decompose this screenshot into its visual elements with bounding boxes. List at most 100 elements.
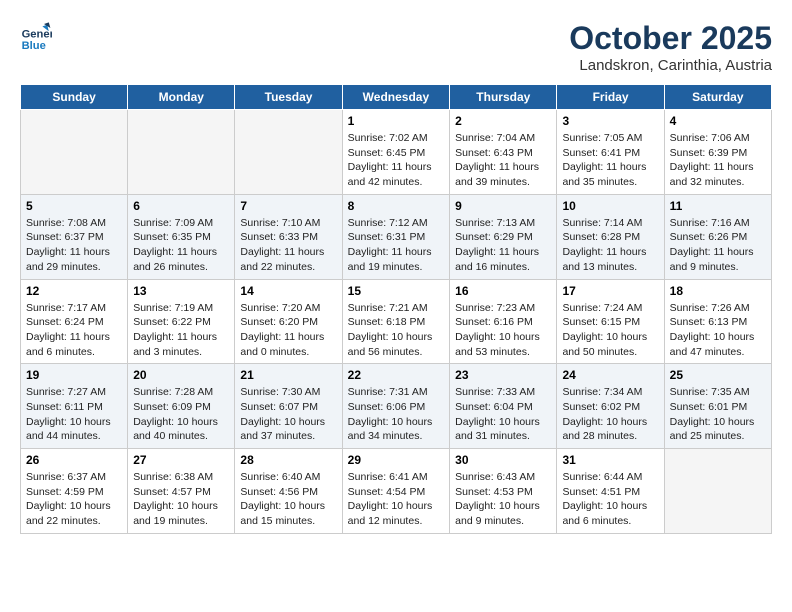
day-number: 3 xyxy=(562,114,658,128)
calendar-week-row: 5Sunrise: 7:08 AM Sunset: 6:37 PM Daylig… xyxy=(21,194,772,279)
weekday-header-monday: Monday xyxy=(128,85,235,110)
day-number: 18 xyxy=(670,284,766,298)
calendar-cell: 2 Sunrise: 7:04 AM Sunset: 6:43 PM Daylig… xyxy=(450,110,557,195)
day-number: 11 xyxy=(670,199,766,213)
day-info: Sunrise: 7:31 AM Sunset: 6:06 PM Dayligh… xyxy=(348,385,445,444)
day-info: Sunrise: 7:02 AM Sunset: 6:45 PM Dayligh… xyxy=(348,131,445,190)
calendar-cell: 30Sunrise: 6:43 AM Sunset: 4:53 PM Dayli… xyxy=(450,449,557,534)
weekday-header-tuesday: Tuesday xyxy=(235,85,342,110)
day-info: Sunrise: 7:14 AM Sunset: 6:28 PM Dayligh… xyxy=(562,216,658,275)
day-number: 27 xyxy=(133,453,229,467)
day-number: 1 xyxy=(348,114,445,128)
calendar-cell: 20 Sunrise: 7:28 AM Sunset: 6:09 PM Dayli… xyxy=(128,364,235,449)
calendar-cell xyxy=(235,110,342,195)
day-number: 20 xyxy=(133,368,229,382)
calendar-cell: 18 Sunrise: 7:26 AM Sunset: 6:13 PM Dayli… xyxy=(664,279,771,364)
day-info: Sunrise: 6:44 AM Sunset: 4:51 PM Dayligh… xyxy=(562,470,658,529)
calendar-cell: 12 Sunrise: 7:17 AM Sunset: 6:24 PM Dayli… xyxy=(21,279,128,364)
calendar-cell: 17 Sunrise: 7:24 AM Sunset: 6:15 PM Dayli… xyxy=(557,279,664,364)
calendar-cell: 29 Sunrise: 6:41 AM Sunset: 4:54 PM Dayli… xyxy=(342,449,450,534)
title-block: October 2025 Landskron, Carinthia, Austr… xyxy=(569,20,772,74)
calendar-cell: 10 Sunrise: 7:14 AM Sunset: 6:28 PM Dayli… xyxy=(557,194,664,279)
page-header: General Blue October 2025 Landskron, Car… xyxy=(20,20,772,74)
day-number: 7 xyxy=(240,199,336,213)
day-info: Sunrise: 6:40 AM Sunset: 4:56 PM Dayligh… xyxy=(240,470,336,529)
calendar-cell: 3 Sunrise: 7:05 AM Sunset: 6:41 PM Daylig… xyxy=(557,110,664,195)
weekday-header-saturday: Saturday xyxy=(664,85,771,110)
day-info: Sunrise: 7:16 AM Sunset: 6:26 PM Dayligh… xyxy=(670,216,766,275)
day-number: 6 xyxy=(133,199,229,213)
calendar-cell: 13Sunrise: 7:19 AM Sunset: 6:22 PM Dayli… xyxy=(128,279,235,364)
day-info: Sunrise: 7:04 AM Sunset: 6:43 PM Dayligh… xyxy=(455,131,551,190)
day-info: Sunrise: 7:08 AM Sunset: 6:37 PM Dayligh… xyxy=(26,216,122,275)
day-number: 31 xyxy=(562,453,658,467)
calendar-cell: 16Sunrise: 7:23 AM Sunset: 6:16 PM Dayli… xyxy=(450,279,557,364)
day-number: 13 xyxy=(133,284,229,298)
calendar-cell: 22 Sunrise: 7:31 AM Sunset: 6:06 PM Dayli… xyxy=(342,364,450,449)
day-number: 21 xyxy=(240,368,336,382)
day-info: Sunrise: 7:12 AM Sunset: 6:31 PM Dayligh… xyxy=(348,216,445,275)
logo: General Blue xyxy=(20,20,52,52)
day-number: 30 xyxy=(455,453,551,467)
day-info: Sunrise: 7:26 AM Sunset: 6:13 PM Dayligh… xyxy=(670,301,766,360)
day-number: 28 xyxy=(240,453,336,467)
day-number: 9 xyxy=(455,199,551,213)
day-number: 12 xyxy=(26,284,122,298)
weekday-header-friday: Friday xyxy=(557,85,664,110)
day-info: Sunrise: 7:09 AM Sunset: 6:35 PM Dayligh… xyxy=(133,216,229,275)
day-info: Sunrise: 7:17 AM Sunset: 6:24 PM Dayligh… xyxy=(26,301,122,360)
day-info: Sunrise: 7:21 AM Sunset: 6:18 PM Dayligh… xyxy=(348,301,445,360)
calendar-cell: 4Sunrise: 7:06 AM Sunset: 6:39 PM Daylig… xyxy=(664,110,771,195)
weekday-header-wednesday: Wednesday xyxy=(342,85,450,110)
calendar-cell: 27 Sunrise: 6:38 AM Sunset: 4:57 PM Dayli… xyxy=(128,449,235,534)
day-info: Sunrise: 7:05 AM Sunset: 6:41 PM Dayligh… xyxy=(562,131,658,190)
location: Landskron, Carinthia, Austria xyxy=(569,57,772,74)
day-number: 29 xyxy=(348,453,445,467)
day-number: 8 xyxy=(348,199,445,213)
calendar-week-row: 19Sunrise: 7:27 AM Sunset: 6:11 PM Dayli… xyxy=(21,364,772,449)
calendar-cell: 24Sunrise: 7:34 AM Sunset: 6:02 PM Dayli… xyxy=(557,364,664,449)
calendar-cell: 5Sunrise: 7:08 AM Sunset: 6:37 PM Daylig… xyxy=(21,194,128,279)
weekday-header-row: SundayMondayTuesdayWednesdayThursdayFrid… xyxy=(21,85,772,110)
weekday-header-sunday: Sunday xyxy=(21,85,128,110)
day-info: Sunrise: 7:10 AM Sunset: 6:33 PM Dayligh… xyxy=(240,216,336,275)
day-number: 25 xyxy=(670,368,766,382)
calendar-cell: 31 Sunrise: 6:44 AM Sunset: 4:51 PM Dayli… xyxy=(557,449,664,534)
day-info: Sunrise: 7:30 AM Sunset: 6:07 PM Dayligh… xyxy=(240,385,336,444)
calendar-cell: 11 Sunrise: 7:16 AM Sunset: 6:26 PM Dayli… xyxy=(664,194,771,279)
day-number: 17 xyxy=(562,284,658,298)
calendar-table: SundayMondayTuesdayWednesdayThursdayFrid… xyxy=(20,84,772,534)
calendar-week-row: 26Sunrise: 6:37 AM Sunset: 4:59 PM Dayli… xyxy=(21,449,772,534)
day-info: Sunrise: 7:35 AM Sunset: 6:01 PM Dayligh… xyxy=(670,385,766,444)
month-title: October 2025 xyxy=(569,20,772,57)
day-info: Sunrise: 7:28 AM Sunset: 6:09 PM Dayligh… xyxy=(133,385,229,444)
day-info: Sunrise: 6:41 AM Sunset: 4:54 PM Dayligh… xyxy=(348,470,445,529)
day-info: Sunrise: 6:37 AM Sunset: 4:59 PM Dayligh… xyxy=(26,470,122,529)
day-number: 2 xyxy=(455,114,551,128)
calendar-cell: 15 Sunrise: 7:21 AM Sunset: 6:18 PM Dayli… xyxy=(342,279,450,364)
calendar-cell: 8 Sunrise: 7:12 AM Sunset: 6:31 PM Daylig… xyxy=(342,194,450,279)
day-number: 16 xyxy=(455,284,551,298)
day-info: Sunrise: 6:38 AM Sunset: 4:57 PM Dayligh… xyxy=(133,470,229,529)
weekday-header-thursday: Thursday xyxy=(450,85,557,110)
calendar-week-row: 12 Sunrise: 7:17 AM Sunset: 6:24 PM Dayli… xyxy=(21,279,772,364)
day-number: 22 xyxy=(348,368,445,382)
logo-icon: General Blue xyxy=(20,20,52,52)
calendar-cell: 23Sunrise: 7:33 AM Sunset: 6:04 PM Dayli… xyxy=(450,364,557,449)
calendar-cell xyxy=(664,449,771,534)
calendar-cell: 1 Sunrise: 7:02 AM Sunset: 6:45 PM Daylig… xyxy=(342,110,450,195)
calendar-cell: 9Sunrise: 7:13 AM Sunset: 6:29 PM Daylig… xyxy=(450,194,557,279)
day-info: Sunrise: 7:33 AM Sunset: 6:04 PM Dayligh… xyxy=(455,385,551,444)
calendar-week-row: 1 Sunrise: 7:02 AM Sunset: 6:45 PM Daylig… xyxy=(21,110,772,195)
svg-text:General: General xyxy=(22,29,52,41)
day-number: 15 xyxy=(348,284,445,298)
day-number: 4 xyxy=(670,114,766,128)
svg-text:Blue: Blue xyxy=(22,40,46,52)
day-info: Sunrise: 7:34 AM Sunset: 6:02 PM Dayligh… xyxy=(562,385,658,444)
calendar-cell: 21 Sunrise: 7:30 AM Sunset: 6:07 PM Dayli… xyxy=(235,364,342,449)
day-info: Sunrise: 7:24 AM Sunset: 6:15 PM Dayligh… xyxy=(562,301,658,360)
calendar-cell: 26Sunrise: 6:37 AM Sunset: 4:59 PM Dayli… xyxy=(21,449,128,534)
calendar-cell: 19Sunrise: 7:27 AM Sunset: 6:11 PM Dayli… xyxy=(21,364,128,449)
day-number: 10 xyxy=(562,199,658,213)
calendar-cell xyxy=(128,110,235,195)
